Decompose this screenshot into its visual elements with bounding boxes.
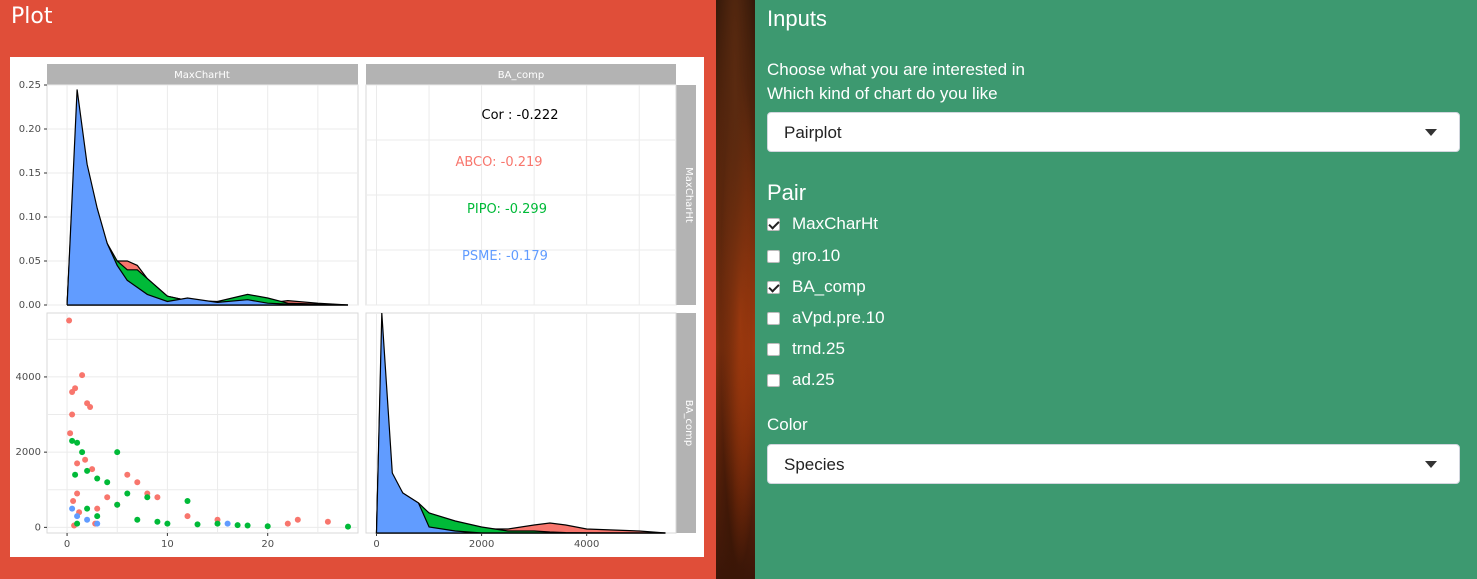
x-tick-label: 20	[261, 539, 274, 550]
scatter-point-psme	[69, 505, 76, 512]
scatter-point-abco	[324, 518, 331, 525]
checkbox[interactable]	[767, 343, 780, 356]
checkbox[interactable]	[767, 374, 780, 387]
scatter-point-abco	[124, 471, 131, 478]
x-tick-label: 10	[161, 539, 174, 550]
scatter-point-pipo	[164, 520, 171, 527]
scatter-point-abco	[294, 516, 301, 523]
correlation-pipo: PIPO: -0.299	[467, 202, 547, 217]
strip-right-maxcharht-label: MaxCharHt	[683, 167, 694, 223]
y-tick-label: 2000	[16, 447, 41, 458]
checkbox[interactable]	[767, 312, 780, 325]
scatter-point-psme	[94, 520, 101, 527]
strip-top-bacomp-label: BA_comp	[498, 70, 544, 81]
scatter-point-pipo	[94, 513, 101, 520]
scatter-point-pipo	[214, 520, 221, 527]
color-label: Color	[767, 415, 808, 434]
pairplot-chart: MaxCharHt BA_comp MaxCharHt BA_comp 0.00…	[16, 64, 696, 550]
scatter-point-pipo	[74, 439, 81, 446]
scatter-point-pipo	[94, 475, 101, 482]
scatter-point-abco	[74, 490, 81, 497]
chevron-down-icon	[1425, 461, 1437, 468]
plot-panel: Plot MaxCharHt BA_comp MaxCharHt BA_comp…	[0, 0, 716, 579]
x-tick-label: 0	[64, 539, 70, 550]
strip-right-bacomp-label: BA_comp	[683, 400, 694, 446]
scatter-point-abco	[94, 505, 101, 512]
checkbox[interactable]	[767, 250, 780, 263]
x-tick-label: 4000	[574, 539, 599, 550]
y-tick-label: 4000	[16, 372, 41, 383]
correlation-overall: Cor : -0.222	[482, 108, 559, 123]
scatter-point-pipo	[345, 523, 351, 530]
scatter-point-pipo	[74, 520, 81, 527]
y-tick-label: 0.25	[19, 80, 41, 91]
scatter-point-psme	[84, 516, 91, 523]
pair-option-label: MaxCharHt	[792, 214, 878, 233]
pair-option-label: aVpd.pre.10	[792, 308, 885, 327]
interest-prompt: Choose what you are interested in	[767, 60, 1025, 79]
scatter-point-abco	[284, 520, 291, 527]
scatter-point-pipo	[114, 501, 121, 508]
y-tick-label: 0.10	[19, 212, 41, 223]
inputs-panel: Inputs Choose what you are interested in…	[755, 0, 1477, 579]
chart-type-select[interactable]: Pairplot	[767, 112, 1460, 152]
pair-option-label: gro.10	[792, 246, 841, 265]
scatter-point-pipo	[79, 449, 86, 456]
scatter-point-pipo	[124, 490, 131, 497]
color-select[interactable]: Species	[767, 444, 1460, 484]
correlation-psme: PSME: -0.179	[462, 249, 548, 264]
pair-option-label: BA_comp	[792, 277, 866, 296]
scatter-point-abco	[184, 513, 191, 520]
y-tick-label: 0	[35, 522, 41, 533]
scatter-point-abco	[69, 411, 76, 418]
x-tick-label: 2000	[469, 539, 494, 550]
scatter-point-pipo	[72, 471, 79, 478]
x-tick-label: 0	[373, 539, 379, 550]
scatter-point-psme	[74, 513, 81, 520]
y-tick-label: 0.20	[19, 124, 41, 135]
plot-title: Plot	[11, 4, 53, 29]
scatter-point-pipo	[194, 521, 201, 528]
correlation-abco: ABCO: -0.219	[455, 155, 542, 170]
scatter-point-pipo	[244, 522, 251, 529]
scatter-point-pipo	[144, 494, 151, 501]
scatter-point-abco	[72, 385, 79, 392]
scatter-point-pipo	[184, 498, 191, 504]
color-select-value: Species	[784, 455, 845, 474]
inputs-title: Inputs	[767, 6, 827, 31]
scatter-point-pipo	[154, 518, 161, 525]
y-tick-label: 0.00	[19, 300, 41, 311]
scatter-point-abco	[67, 430, 74, 437]
scatter-point-abco	[70, 498, 77, 504]
scatter-point-pipo	[264, 523, 271, 530]
scatter-point-abco	[87, 404, 94, 410]
strip-top-maxcharht-label: MaxCharHt	[174, 70, 230, 81]
scatter-point-abco	[74, 460, 81, 467]
pair-title: Pair	[767, 180, 807, 205]
chart-kind-label: Which kind of chart do you like	[767, 84, 998, 103]
y-tick-label: 0.05	[19, 256, 41, 267]
checkbox[interactable]	[767, 281, 780, 294]
scatter-point-abco	[79, 372, 86, 379]
panel-scatter	[46, 312, 359, 534]
scatter-point-abco	[104, 494, 111, 501]
scatter-point-psme	[224, 520, 231, 527]
chart-type-select-value: Pairplot	[784, 123, 842, 142]
pair-option-label: trnd.25	[792, 339, 845, 358]
y-tick-label: 0.15	[19, 168, 41, 179]
scatter-point-abco	[66, 317, 73, 324]
scatter-point-abco	[154, 494, 161, 501]
scatter-point-abco	[82, 456, 89, 463]
scatter-point-pipo	[104, 479, 111, 486]
scatter-point-pipo	[84, 505, 91, 512]
chevron-down-icon	[1425, 129, 1437, 136]
scatter-point-abco	[134, 479, 141, 486]
scatter-point-pipo	[234, 522, 241, 529]
scatter-point-pipo	[134, 516, 141, 523]
pairplot-frame: MaxCharHt BA_comp MaxCharHt BA_comp 0.00…	[10, 57, 704, 557]
scatter-point-pipo	[84, 467, 91, 474]
checkbox[interactable]	[767, 218, 780, 231]
scatter-point-pipo	[114, 449, 121, 456]
pair-option-label: ad.25	[792, 370, 835, 389]
